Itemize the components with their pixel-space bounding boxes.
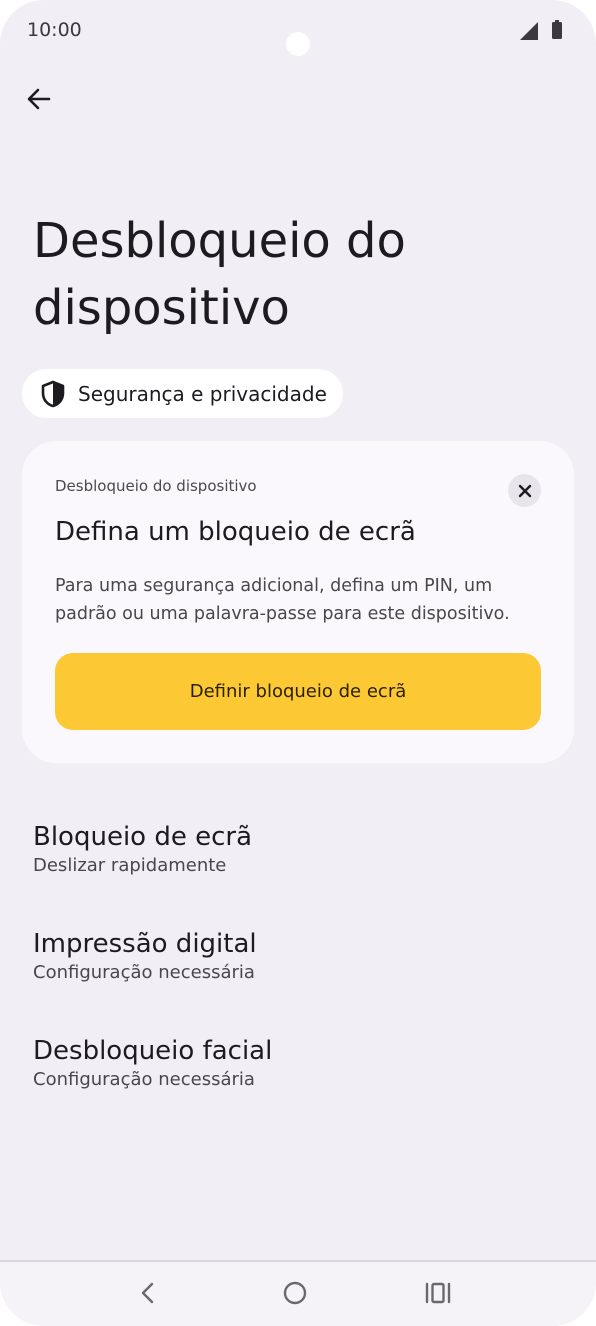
setting-face-unlock[interactable]: Desbloqueio facial Configuração necessár… [33,1035,553,1093]
card-title: Defina um bloqueio de ecrã [55,517,416,547]
setting-title: Bloqueio de ecrã [33,822,253,852]
nav-home-button[interactable] [278,1276,312,1310]
setting-title: Desbloqueio facial [33,1036,273,1066]
set-screen-lock-button[interactable]: Definir bloqueio de ecrã [55,653,541,730]
page-title: Desbloqueio do dispositivo [33,213,406,336]
navigation-bar [0,1260,596,1326]
setting-subtitle: Configuração necessária [33,962,255,983]
chevron-left-icon [141,1282,154,1304]
phone-screen: 10:00 Desbloqueio do dispositivo Seguran… [0,0,596,1326]
setting-subtitle: Configuração necessária [33,1069,255,1090]
setting-title: Impressão digital [33,929,257,959]
close-icon [518,484,531,497]
setting-screen-lock[interactable]: Bloqueio de ecrã Deslizar rapidamente [33,821,553,879]
chip-label: Segurança e privacidade [78,381,327,406]
signal-icon [520,22,538,40]
setting-subtitle: Deslizar rapidamente [33,855,227,876]
nav-recents-button[interactable] [421,1276,455,1310]
arrow-left-icon [27,88,51,110]
card-caption: Desbloqueio do dispositivo [55,477,257,495]
camera-cutout [286,32,310,56]
battery-icon [552,20,562,39]
card-description: Para uma segurança adicional, defina um … [55,576,510,624]
setting-fingerprint[interactable]: Impressão digital Configuração necessári… [33,928,553,986]
status-time: 10:00 [27,19,82,41]
back-button[interactable] [22,82,56,116]
dismiss-card-button[interactable] [508,474,541,507]
security-privacy-chip[interactable]: Segurança e privacidade [22,369,343,418]
screen-lock-suggestion-card: Desbloqueio do dispositivo Defina um blo… [22,441,574,763]
home-circle-icon [283,1281,307,1305]
shield-icon [41,380,65,407]
recents-icon [425,1282,451,1304]
nav-back-button[interactable] [131,1276,165,1310]
